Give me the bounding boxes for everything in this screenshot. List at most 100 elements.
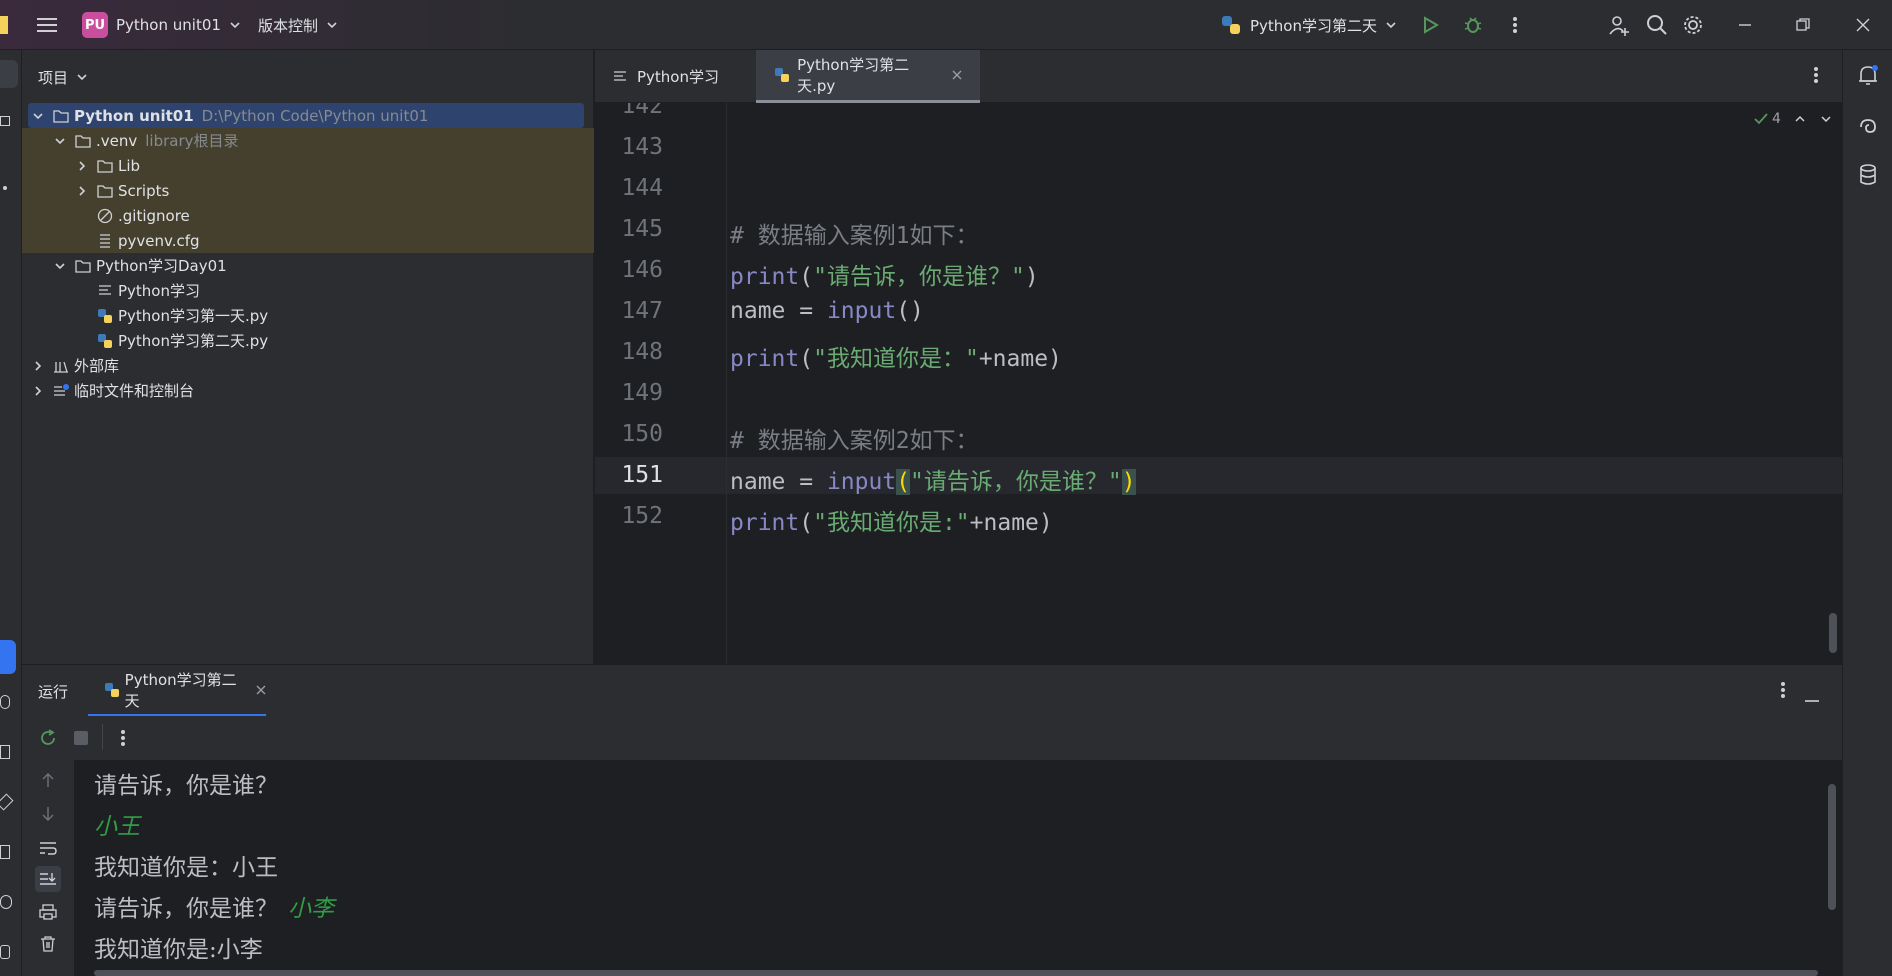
line-number: 150	[621, 421, 663, 447]
tab-options-icon[interactable]	[1813, 66, 1819, 88]
restore-icon[interactable]	[1788, 10, 1818, 40]
project-switcher[interactable]: PU Python unit01	[82, 0, 243, 50]
tab-label: Python学习第二天.py	[797, 56, 910, 95]
minimize-panel-icon[interactable]	[1804, 689, 1820, 707]
line-number: 147	[621, 298, 663, 324]
tab-day2-py[interactable]: Python学习第二天.py	[756, 50, 980, 103]
tree-item-path: D:\Python Code\Python unit01	[201, 106, 429, 125]
code-bracket-match: )	[1121, 469, 1136, 495]
close-window-icon[interactable]	[1848, 10, 1878, 40]
chevron-up-icon[interactable]	[1793, 112, 1807, 126]
run-config-selector[interactable]: Python学习第二天	[1220, 0, 1399, 50]
console-horizontal-scrollbar[interactable]	[94, 970, 1818, 976]
services-tool-icon[interactable]	[0, 793, 14, 811]
library-icon	[52, 357, 70, 375]
database-icon[interactable]	[1857, 164, 1879, 190]
run-options-icon[interactable]	[1780, 681, 1786, 703]
close-tab-icon[interactable]	[951, 69, 962, 81]
chevron-down-icon	[230, 22, 240, 29]
inspection-widget[interactable]: 4	[1753, 111, 1833, 127]
console-output: 我知道你是:小李	[94, 937, 263, 963]
folder-icon	[96, 157, 114, 175]
tree-item-pyvenv-cfg[interactable]: pyvenv.cfg	[22, 228, 594, 253]
add-user-icon[interactable]	[1604, 10, 1634, 40]
line-number: 143	[621, 134, 663, 160]
editor-tab-bar: Python学习 Python学习第二天.py	[595, 50, 1842, 103]
folder-icon	[74, 132, 92, 150]
run-console[interactable]: 请告诉，你是谁？ 小王 我知道你是：小王 请告诉，你是谁？ 小李 我知道你是:小李	[74, 760, 1842, 976]
code-line-152: print("我知道你是:"+name)	[730, 503, 1053, 537]
console-vertical-scrollbar[interactable]	[1828, 784, 1836, 910]
chevron-right-icon	[30, 383, 46, 399]
packages-tool-icon[interactable]	[0, 745, 10, 759]
terminal-tool-icon[interactable]	[0, 845, 10, 859]
code-punct: (	[799, 264, 814, 290]
python-file-icon	[96, 307, 114, 325]
line-number: 146	[621, 257, 663, 283]
project-panel-header[interactable]: 项目	[38, 50, 90, 104]
console-line: 我知道你是:小李	[94, 930, 263, 964]
tree-item-root[interactable]: Python unit01 D:\Python Code\Python unit…	[28, 103, 584, 128]
tree-item-python-study[interactable]: Python学习	[22, 278, 594, 303]
line-number: 144	[621, 175, 663, 201]
run-icon[interactable]	[1415, 10, 1445, 40]
chevron-down-icon[interactable]	[1819, 112, 1833, 126]
code-punct: (	[799, 510, 814, 536]
tree-item-venv[interactable]: .venv library根目录	[22, 128, 594, 153]
text-file-icon	[96, 282, 114, 300]
code-punct: ()	[896, 298, 924, 324]
tree-item-day1-py[interactable]: Python学习第一天.py	[22, 303, 594, 328]
code-line-150: # 数据输入案例2如下：	[730, 421, 979, 455]
editor-scrollbar[interactable]	[1829, 613, 1837, 653]
run-tab[interactable]: Python学习第二天	[88, 665, 266, 717]
more-tools-icon[interactable]	[3, 186, 7, 190]
project-tool-icon[interactable]	[0, 60, 18, 88]
tree-item-lib[interactable]: Lib	[22, 153, 594, 178]
vcs-menu[interactable]: 版本控制	[258, 0, 340, 50]
more-actions-icon[interactable]	[1500, 10, 1530, 40]
arrow-down-icon[interactable]	[36, 802, 60, 826]
notifications-bell-icon[interactable]	[1857, 64, 1879, 92]
scroll-to-end-icon[interactable]	[35, 866, 61, 892]
minimize-icon[interactable]	[1730, 10, 1760, 40]
toolbar-divider	[102, 724, 103, 750]
right-tool-strip	[1842, 50, 1892, 976]
code-editor[interactable]: 142 143 144 145 146 147 148 149 150 151 …	[595, 103, 1842, 664]
stop-icon[interactable]	[74, 731, 88, 745]
tree-item-day2-py[interactable]: Python学习第二天.py	[22, 328, 594, 353]
python-console-tool-icon[interactable]	[0, 695, 10, 709]
main-menu-icon[interactable]	[32, 10, 62, 40]
tab-label: Python学习	[637, 68, 719, 86]
soft-wrap-icon[interactable]	[36, 836, 60, 860]
run-side-toolbar	[22, 760, 74, 976]
tab-python-study[interactable]: Python学习	[595, 50, 737, 103]
structure-tool-icon[interactable]	[0, 116, 10, 126]
git-tool-icon[interactable]	[0, 945, 10, 959]
arrow-up-icon[interactable]	[36, 768, 60, 792]
settings-gear-icon[interactable]	[1678, 10, 1708, 40]
print-icon[interactable]	[36, 900, 60, 924]
ai-assistant-icon[interactable]	[1857, 116, 1879, 142]
run-config-name: Python学习第二天	[1250, 16, 1377, 35]
tree-item-note: library根目录	[145, 132, 239, 150]
run-tool-icon[interactable]	[0, 640, 16, 674]
tree-item-external-libs[interactable]: 外部库	[22, 353, 594, 378]
tree-item-label: Python学习Day01	[96, 257, 227, 275]
trash-icon[interactable]	[36, 932, 60, 956]
tree-item-scripts[interactable]: Scripts	[22, 178, 594, 203]
run-more-icon[interactable]	[120, 729, 126, 751]
line-number: 152	[621, 503, 663, 529]
problems-tool-icon[interactable]	[0, 895, 12, 909]
python-icon	[1222, 16, 1240, 34]
rerun-icon[interactable]	[38, 728, 58, 752]
tree-item-day01[interactable]: Python学习Day01	[22, 253, 594, 278]
folder-icon	[96, 182, 114, 200]
code-line-148: print("我知道你是："+name)	[730, 339, 1062, 373]
tree-item-gitignore[interactable]: .gitignore	[22, 203, 594, 228]
search-icon[interactable]	[1642, 10, 1672, 40]
tree-item-scratches[interactable]: 临时文件和控制台	[22, 378, 594, 403]
code-expression: +name)	[969, 510, 1053, 536]
close-tab-icon[interactable]	[255, 684, 266, 696]
debug-icon[interactable]	[1458, 10, 1488, 40]
code-punct: )	[1024, 264, 1039, 290]
